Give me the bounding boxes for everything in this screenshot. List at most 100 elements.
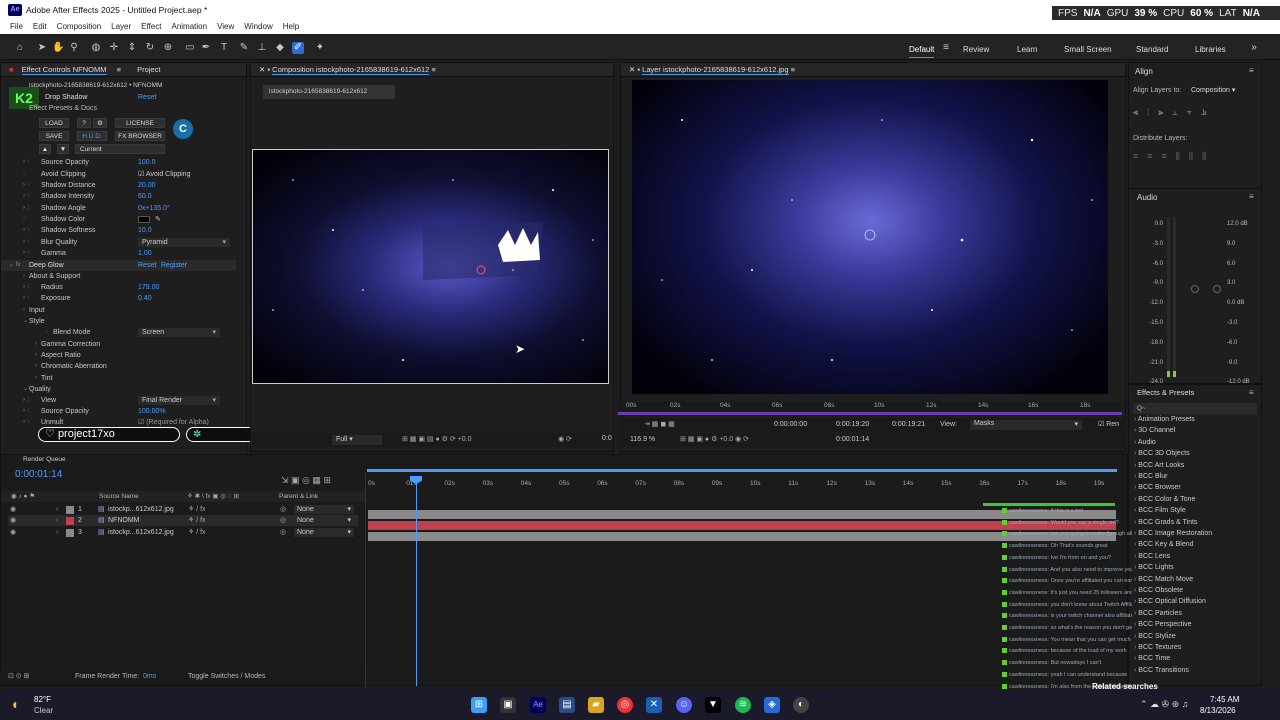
effects-category[interactable]: BCC Art Looks bbox=[1134, 462, 1184, 469]
pickwhip-icon[interactable]: ◎ bbox=[280, 527, 286, 538]
selection-tool-icon[interactable]: ➤ bbox=[36, 42, 48, 54]
register-link[interactable]: Register bbox=[161, 260, 187, 271]
effects-category[interactable]: BCC Browser bbox=[1134, 484, 1180, 491]
avoid-clipping-checkbox[interactable]: ☑ Avoid Clipping bbox=[138, 169, 190, 180]
collapse-icon[interactable]: ⌄ bbox=[23, 384, 28, 395]
source-name-header[interactable]: Source Name bbox=[99, 491, 139, 502]
layer-zoom[interactable]: 116.9 % bbox=[630, 436, 655, 443]
layer-name[interactable]: NFNOMM bbox=[108, 515, 140, 526]
app-icon[interactable]: ◈ bbox=[764, 697, 780, 713]
workspace-libraries[interactable]: Libraries bbox=[1195, 45, 1226, 54]
effects-category[interactable]: BCC Lights bbox=[1134, 564, 1173, 571]
stopwatch-icon[interactable]: ◌ bbox=[23, 169, 27, 180]
windows-start-icon[interactable]: ⊞ bbox=[471, 697, 487, 713]
tray-icons[interactable]: ⌃ ☁ ✇ ⊛ ♫ bbox=[1140, 699, 1188, 710]
param-blend-mode[interactable]: ◌ Blend Mode Screen bbox=[1, 327, 236, 338]
param-source-opacity[interactable]: › ◌ Source Opacity 100.0 bbox=[1, 157, 236, 168]
effects-category[interactable]: 3D Channel bbox=[1134, 427, 1175, 434]
workspace-learn[interactable]: Learn bbox=[1017, 45, 1037, 54]
expand-icon[interactable]: › bbox=[35, 350, 37, 361]
expand-icon[interactable]: › ◌ bbox=[23, 248, 30, 259]
effects-category[interactable]: Animation Presets bbox=[1134, 416, 1195, 423]
color-swatch[interactable] bbox=[138, 216, 150, 223]
tab-layer[interactable]: Layer istockphoto-2165838619-612x612.jpg bbox=[642, 65, 789, 75]
effect-deep-glow[interactable]: ⌄ fx Deep Glow Reset Register bbox=[1, 260, 236, 271]
expand-icon[interactable]: › bbox=[35, 361, 37, 372]
effects-category[interactable]: BCC Stylize bbox=[1134, 633, 1175, 640]
resolution-select[interactable]: Full ▾ bbox=[332, 435, 382, 445]
layer-row[interactable]: ◉ › 1 ▤ istockp...612x612.jpg ⚘ / fx ◎ None ▾ bbox=[8, 504, 358, 515]
visibility-eye-icon[interactable]: ◉ bbox=[10, 527, 16, 538]
param-shadow-distance[interactable]: › ◌ Shadow Distance 20.00 bbox=[1, 180, 236, 191]
param-avoid-clipping[interactable]: ◌ Avoid Clipping ☑ Avoid Clipping bbox=[1, 169, 236, 180]
visibility-eye-icon[interactable]: ◉ bbox=[10, 515, 16, 526]
label-color-swatch[interactable] bbox=[66, 528, 74, 537]
render-queue-tab[interactable]: Render Queue bbox=[23, 456, 66, 463]
parent-select[interactable]: None ▾ bbox=[294, 516, 354, 526]
after-effects-taskbar-icon[interactable]: Ae bbox=[530, 697, 546, 713]
collapse-icon[interactable]: ⌄ bbox=[23, 316, 28, 327]
in-point[interactable]: 0:00:00:00 bbox=[774, 421, 807, 428]
chrome-icon[interactable]: ◎ bbox=[617, 697, 633, 713]
gear-icon[interactable]: ⚙ bbox=[93, 118, 107, 128]
task-view-icon[interactable]: ▣ bbox=[500, 697, 516, 713]
eyedropper-icon[interactable]: ✎ bbox=[155, 214, 161, 225]
anchor-tool-icon[interactable]: ⊕ bbox=[162, 42, 174, 54]
menu-view[interactable]: View bbox=[217, 20, 234, 34]
more-workspaces-icon[interactable]: » bbox=[1248, 42, 1260, 54]
orbit-tool-icon[interactable]: ◍ bbox=[90, 42, 102, 54]
timeline-switch-icons[interactable]: ⇲ ▣ ◎ ▦ ⊞ bbox=[281, 475, 331, 486]
puppet-pin-icon[interactable]: ✦ bbox=[314, 42, 326, 54]
expand-icon[interactable]: › ◌ bbox=[23, 395, 30, 406]
effects-category[interactable]: BCC 3D Objects bbox=[1134, 450, 1189, 457]
effects-category[interactable]: BCC Film Style bbox=[1134, 507, 1185, 514]
expand-icon[interactable]: › ◌ bbox=[23, 417, 30, 428]
home-icon[interactable]: ⌂ bbox=[14, 42, 26, 54]
effects-category[interactable]: BCC Key & Blend bbox=[1134, 541, 1193, 548]
roto-brush-icon[interactable]: ✐ bbox=[292, 42, 304, 54]
duration[interactable]: 0:00:19:21 bbox=[892, 421, 925, 428]
param-value[interactable]: 100.0 bbox=[138, 157, 156, 168]
param-value[interactable]: 1.00 bbox=[138, 248, 152, 259]
rotate-tool-icon[interactable]: ↻ bbox=[144, 42, 156, 54]
quality-group[interactable]: ⌄ Quality bbox=[1, 384, 236, 395]
preset-current[interactable]: Current bbox=[75, 144, 165, 154]
menu-window[interactable]: Window bbox=[244, 20, 272, 34]
zoom-tool-icon[interactable]: ⚲ bbox=[68, 42, 80, 54]
discord-icon[interactable]: ☺ bbox=[676, 697, 692, 713]
workspace-standard[interactable]: Standard bbox=[1136, 45, 1168, 54]
expand-icon[interactable]: › bbox=[35, 373, 37, 384]
vscode-icon[interactable]: ✕ bbox=[646, 697, 662, 713]
pan-tool-icon[interactable]: ✛ bbox=[108, 42, 120, 54]
arrow-up-icon[interactable]: ▲ bbox=[39, 144, 51, 154]
param-shadow-intensity[interactable]: › ◌ Shadow Intensity 60.0 bbox=[1, 191, 236, 202]
hand-tool-icon[interactable]: ✋ bbox=[52, 42, 64, 54]
help-button[interactable]: ? bbox=[77, 118, 91, 128]
expand-icon[interactable]: › bbox=[23, 271, 25, 282]
gamma-correction-group[interactable]: › Gamma Correction bbox=[1, 339, 236, 350]
license-button[interactable]: LICENSE bbox=[115, 118, 165, 128]
stopwatch-icon[interactable]: ◌ bbox=[23, 214, 27, 225]
layer-time-ruler[interactable]: 00s 02s 04s 06s 08s 10s 12s 14s 16s 18s bbox=[618, 402, 1122, 415]
param-value[interactable]: 0.40 bbox=[138, 293, 152, 304]
effects-category[interactable]: BCC Transitions bbox=[1134, 667, 1189, 674]
layer-switch-icons[interactable]: ⚘ / fx bbox=[188, 527, 206, 538]
camera-icon[interactable]: ◉ ⟳ bbox=[558, 435, 572, 443]
fx-browser-button[interactable]: FX BROWSER bbox=[115, 131, 165, 141]
effects-category[interactable]: BCC Grads & Tints bbox=[1134, 519, 1197, 526]
spotify-icon[interactable]: ≋ bbox=[735, 697, 751, 713]
reset-link[interactable]: Reset bbox=[138, 94, 156, 101]
blur-quality-select[interactable]: Pyramid bbox=[138, 238, 230, 247]
out-point[interactable]: 0:00:19:20 bbox=[836, 421, 869, 428]
layer-switch-icons[interactable]: ⚘ / fx bbox=[188, 515, 206, 526]
hud-button[interactable]: H.U.D. bbox=[77, 131, 107, 141]
param-exposure[interactable]: › ◌ Exposure 0.40 bbox=[1, 293, 236, 304]
effects-search-input[interactable]: Q~ bbox=[1133, 403, 1257, 414]
menu-file[interactable]: File bbox=[10, 20, 23, 34]
expand-icon[interactable]: › ◌ bbox=[23, 157, 30, 168]
view-toggle-icons[interactable]: ⊞ ▦ ▣ ▤ ● ⚙ ⟳ +0.0 bbox=[402, 435, 472, 443]
tint-group[interactable]: › Tint bbox=[1, 373, 236, 384]
expand-icon[interactable]: › ◌ bbox=[23, 191, 30, 202]
expand-icon[interactable]: › ◌ bbox=[23, 282, 30, 293]
param-radius[interactable]: › ◌ Radius 179.00 bbox=[1, 282, 236, 293]
